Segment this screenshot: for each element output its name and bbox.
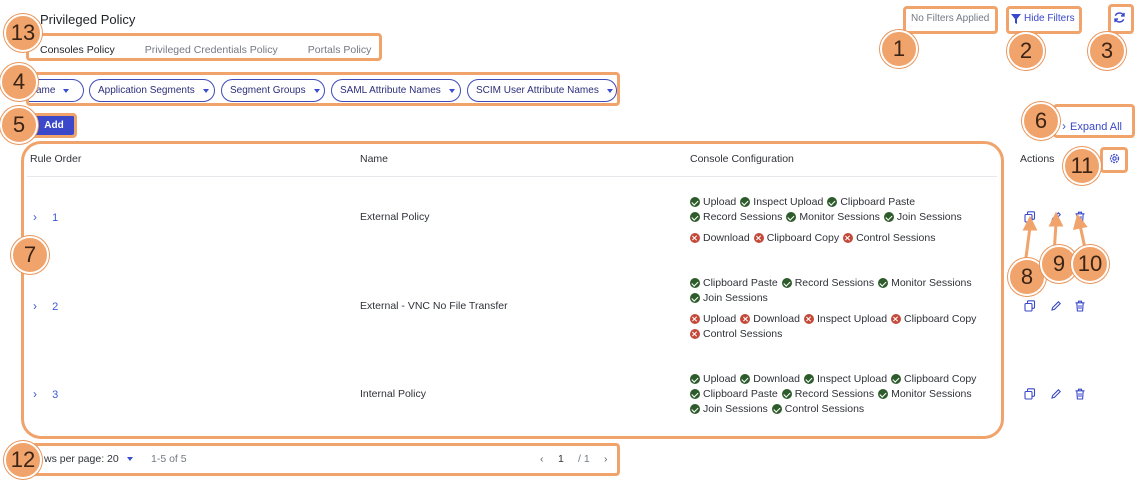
callout-1: 1	[880, 30, 918, 68]
annotation-box-table	[21, 141, 1004, 439]
edit-icon[interactable]	[1050, 300, 1062, 312]
annotation-box-filters	[26, 72, 620, 106]
copy-icon[interactable]	[1024, 388, 1036, 400]
annotation-box-gear	[1100, 147, 1128, 173]
copy-icon[interactable]	[1024, 300, 1036, 312]
callout-10: 10	[1071, 245, 1109, 283]
callout-3: 3	[1088, 32, 1126, 70]
annotation-box-tabs	[26, 33, 382, 61]
annotation-box-no-filters	[903, 6, 998, 34]
edit-icon[interactable]	[1050, 388, 1062, 400]
annotation-box-pagination	[26, 443, 620, 476]
trash-icon[interactable]	[1074, 388, 1086, 400]
callout-6: 6	[1022, 102, 1060, 140]
annotation-box-hide-filters	[1006, 6, 1082, 34]
callout-11: 11	[1063, 147, 1101, 185]
callout-12: 12	[4, 441, 42, 479]
annotation-box-refresh	[1108, 4, 1134, 34]
annotation-box-expand-all	[1053, 104, 1135, 138]
callout-2: 2	[1007, 32, 1045, 70]
callout-5: 5	[0, 106, 38, 144]
page-title: Privileged Policy	[40, 12, 136, 27]
callout-7: 7	[11, 236, 49, 274]
column-actions: Actions	[1020, 153, 1055, 165]
callout-13: 13	[4, 14, 42, 52]
trash-icon[interactable]	[1074, 300, 1086, 312]
callout-4: 4	[0, 63, 38, 101]
